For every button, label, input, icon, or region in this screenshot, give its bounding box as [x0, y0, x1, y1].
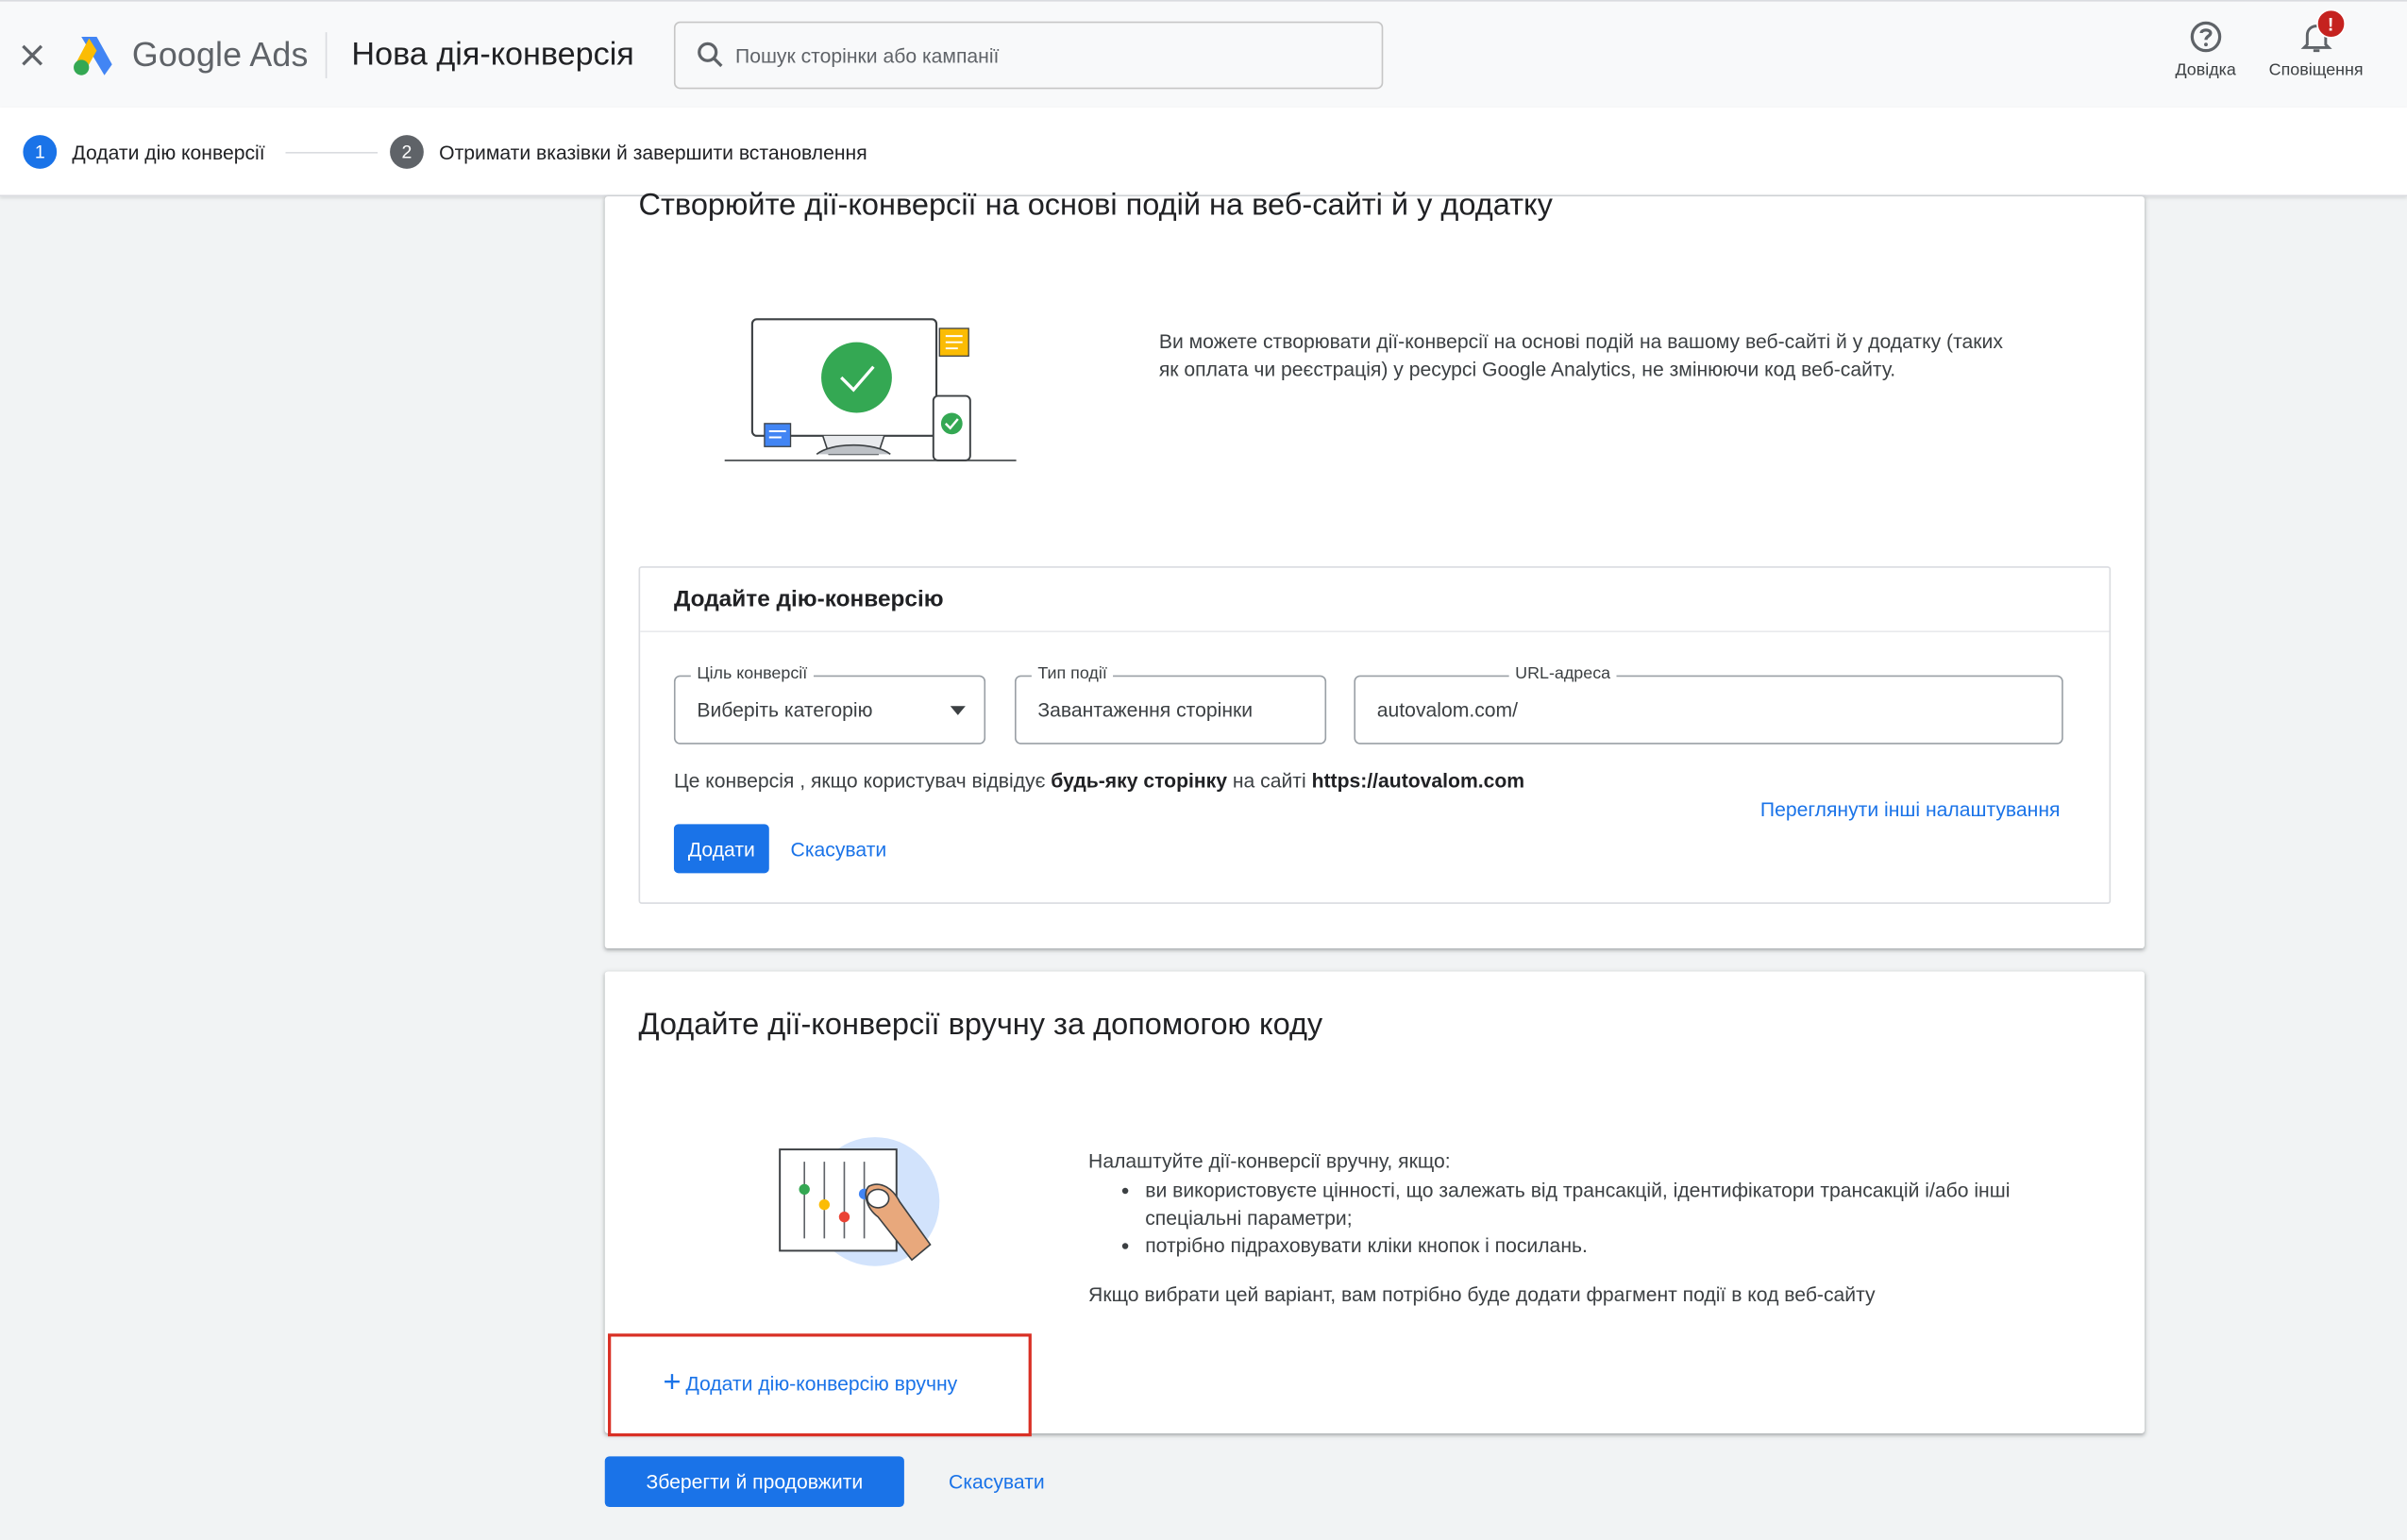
step-1-label: Додати дію конверсії — [72, 140, 265, 164]
help-icon — [2190, 21, 2221, 53]
note-bold: будь-яку сторінку — [1051, 768, 1227, 793]
step-2-label: Отримати вказівки й завершити встановлен… — [439, 140, 867, 164]
form-cancel-link[interactable]: Скасувати — [791, 838, 887, 861]
step-1[interactable]: 1 Додати дію конверсії — [23, 135, 265, 169]
form-heading: Додайте дію-конверсію — [640, 568, 2110, 633]
stepper: 1 Додати дію конверсії 2 Отримати вказів… — [0, 107, 2407, 197]
goal-select[interactable]: Ціль конверсії Виберіть категорію — [673, 664, 986, 745]
url-value: autovalom.com/ — [1376, 697, 1519, 722]
manual-intro: Налаштуйте дії-конверсії вручну, якщо: — [1088, 1149, 1451, 1173]
help-label: Довідка — [2175, 61, 2236, 80]
event-type-field[interactable]: Тип події Завантаження сторінки — [1014, 664, 1327, 745]
close-icon — [22, 44, 43, 66]
more-settings-link[interactable]: Переглянути інші налаштування — [1760, 798, 2061, 821]
step-2[interactable]: 2 Отримати вказівки й завершити встановл… — [390, 135, 867, 169]
google-ads-logo-icon — [74, 37, 112, 75]
manual-card-title: Додайте дії-конверсії вручну за допомого… — [638, 1008, 1323, 1043]
search-icon — [698, 42, 723, 68]
top-bar: Google Ads Нова дія-конверсія Довідка — [0, 0, 2407, 108]
add-manual-label: Додати дію-конверсію вручну — [685, 1371, 958, 1395]
save-continue-button[interactable]: Зберегти й продовжити — [604, 1456, 904, 1508]
brand-ads: Ads — [249, 35, 309, 75]
manual-card-description: Налаштуйте дії-конверсії вручну, якщо: в… — [1088, 1147, 2101, 1309]
notifications-button[interactable]: ! Сповіщення — [2268, 8, 2364, 80]
add-manual-conversion-button[interactable]: + Додати дію-конверсію вручну — [663, 1365, 958, 1400]
step-2-number: 2 — [390, 135, 424, 169]
event-conversions-card: Створюйте дії-конверсії на основі подій … — [604, 189, 2145, 949]
close-button[interactable] — [15, 39, 49, 73]
notifications-label: Сповіщення — [2268, 61, 2364, 80]
footer-cancel-link[interactable]: Скасувати — [949, 1470, 1045, 1493]
brand-name: Google Ads — [132, 35, 309, 75]
note-middle: на сайті — [1226, 768, 1312, 793]
event-card-description: Ви можете створювати дії-конверсії на ос… — [1158, 329, 2003, 381]
add-button[interactable]: Додати — [673, 824, 769, 874]
search-input[interactable] — [734, 43, 1350, 67]
page: Google Ads Нова дія-конверсія Довідка — [0, 0, 2407, 1540]
highlight-box: + Додати дію-конверсію вручну — [608, 1333, 1032, 1437]
event-card-title: Створюйте дії-конверсії на основі подій … — [638, 189, 1553, 223]
help-button[interactable]: Довідка — [2175, 17, 2236, 80]
url-field[interactable]: URL-адреса autovalom.com/ — [1354, 664, 2063, 745]
note-site: https://autovalom.com — [1311, 768, 1525, 793]
page-title: Нова дія-конверсія — [351, 37, 634, 73]
search-box[interactable] — [673, 21, 1384, 90]
manual-bullet: потрібно підраховувати кліки кнопок і по… — [1145, 1232, 2101, 1260]
step-connector — [285, 152, 379, 154]
website-app-illustration — [724, 318, 1017, 461]
manual-bullet-list: ви використовуєте цінності, що залежать … — [1145, 1177, 2101, 1260]
notifications-badge: ! — [2315, 8, 2346, 39]
event-type-value: Завантаження сторінки — [1037, 697, 1254, 722]
manual-after-text: Якщо вибрати цей варіант, вам потрібно б… — [1088, 1282, 1876, 1306]
dropdown-arrow-icon — [950, 706, 966, 715]
header-divider — [325, 32, 328, 78]
manual-bullet: ви використовуєте цінності, що залежать … — [1145, 1177, 2101, 1232]
plus-icon: + — [663, 1365, 682, 1400]
add-conversion-form: Додайте дію-конверсію Ціль конверсії Виб… — [638, 566, 2112, 904]
note-prefix: Це конверсія , якщо користувач відвідує — [673, 768, 1052, 793]
step-1-number: 1 — [23, 135, 58, 169]
conversion-note: Це конверсія , якщо користувач відвідує … — [674, 769, 1524, 792]
settings-sliders-illustration — [779, 1137, 940, 1266]
url-label: URL-адреса — [1508, 664, 1617, 683]
event-type-label: Тип події — [1031, 664, 1114, 683]
manual-conversions-card: Додайте дії-конверсії вручну за допомого… — [604, 971, 2145, 1437]
brand-google: Google — [131, 35, 243, 75]
goal-value: Виберіть категорію — [697, 697, 873, 722]
goal-label: Ціль конверсії — [690, 664, 814, 683]
